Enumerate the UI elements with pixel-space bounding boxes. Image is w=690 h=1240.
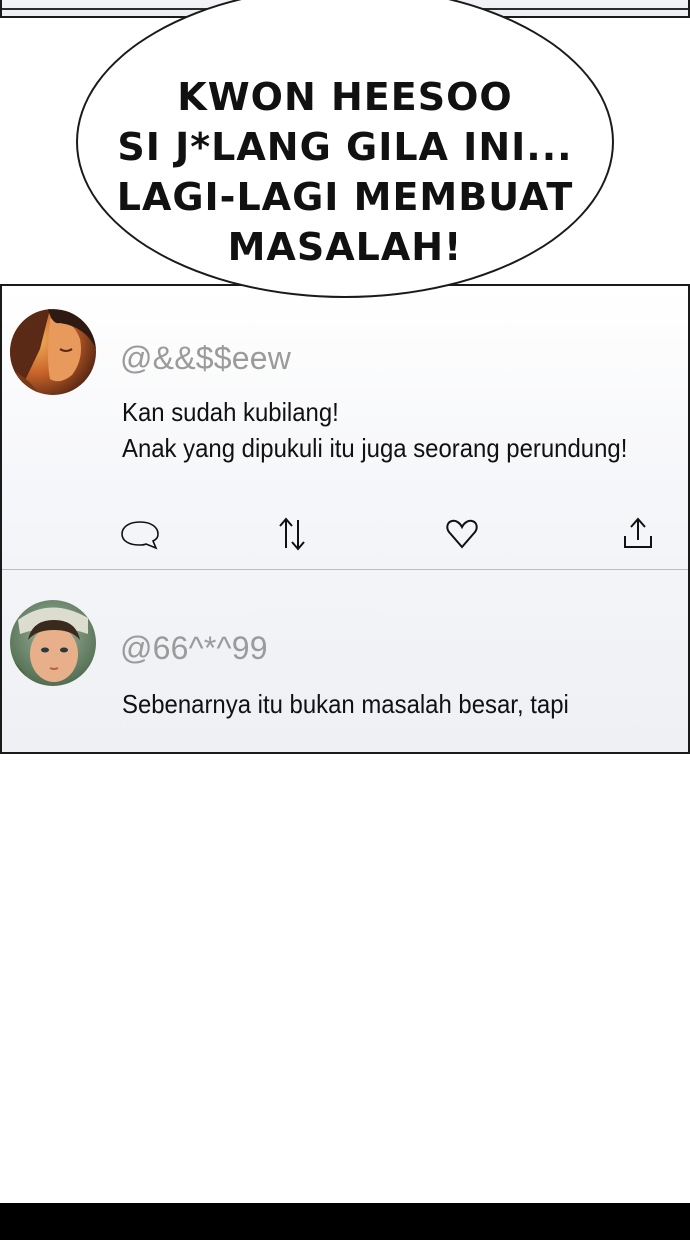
share-icon (624, 517, 652, 548)
repost-icon (279, 517, 305, 551)
share-button[interactable] (616, 514, 660, 554)
post-handle[interactable]: @66^*^99 (120, 630, 268, 667)
avatar-portrait-icon (10, 309, 96, 395)
user-avatar[interactable] (10, 309, 96, 395)
post-handle[interactable]: @&&$$eew (120, 340, 291, 377)
comment-icon (121, 521, 159, 550)
avatar-portrait-icon (10, 600, 96, 686)
feed-post: @&&$$eew Kan sudah kubilang! Anak yang d… (2, 286, 688, 570)
comment-button[interactable] (118, 514, 162, 554)
bottom-black-bar (0, 1203, 690, 1240)
like-icon (446, 519, 478, 549)
user-avatar[interactable] (10, 600, 96, 686)
like-button[interactable] (440, 514, 484, 554)
post-text: Sebenarnya itu bukan masalah besar, tapi (122, 686, 569, 722)
post-text-line: Anak yang dipukuli itu juga seorang peru… (122, 433, 628, 463)
post-actions (2, 514, 688, 554)
post-text-line: Sebenarnya itu bukan masalah besar, tapi (122, 689, 569, 719)
social-feed-panel: @&&$$eew Kan sudah kubilang! Anak yang d… (0, 284, 690, 754)
speech-bubble-text: KWON HEESOO SI J*LANG GILA INI... LAGI-L… (0, 72, 690, 272)
speech-line: LAGI-LAGI MEMBUAT (116, 175, 574, 219)
speech-line: KWON HEESOO (177, 75, 513, 119)
post-text-line: Kan sudah kubilang! (122, 397, 339, 427)
speech-line: SI J*LANG GILA INI... (117, 125, 573, 169)
feed-post: @66^*^99 Sebenarnya itu bukan masalah be… (2, 570, 688, 752)
speech-line: MASALAH! (227, 225, 463, 269)
repost-button[interactable] (270, 514, 314, 554)
post-text: Kan sudah kubilang! Anak yang dipukuli i… (122, 394, 627, 466)
